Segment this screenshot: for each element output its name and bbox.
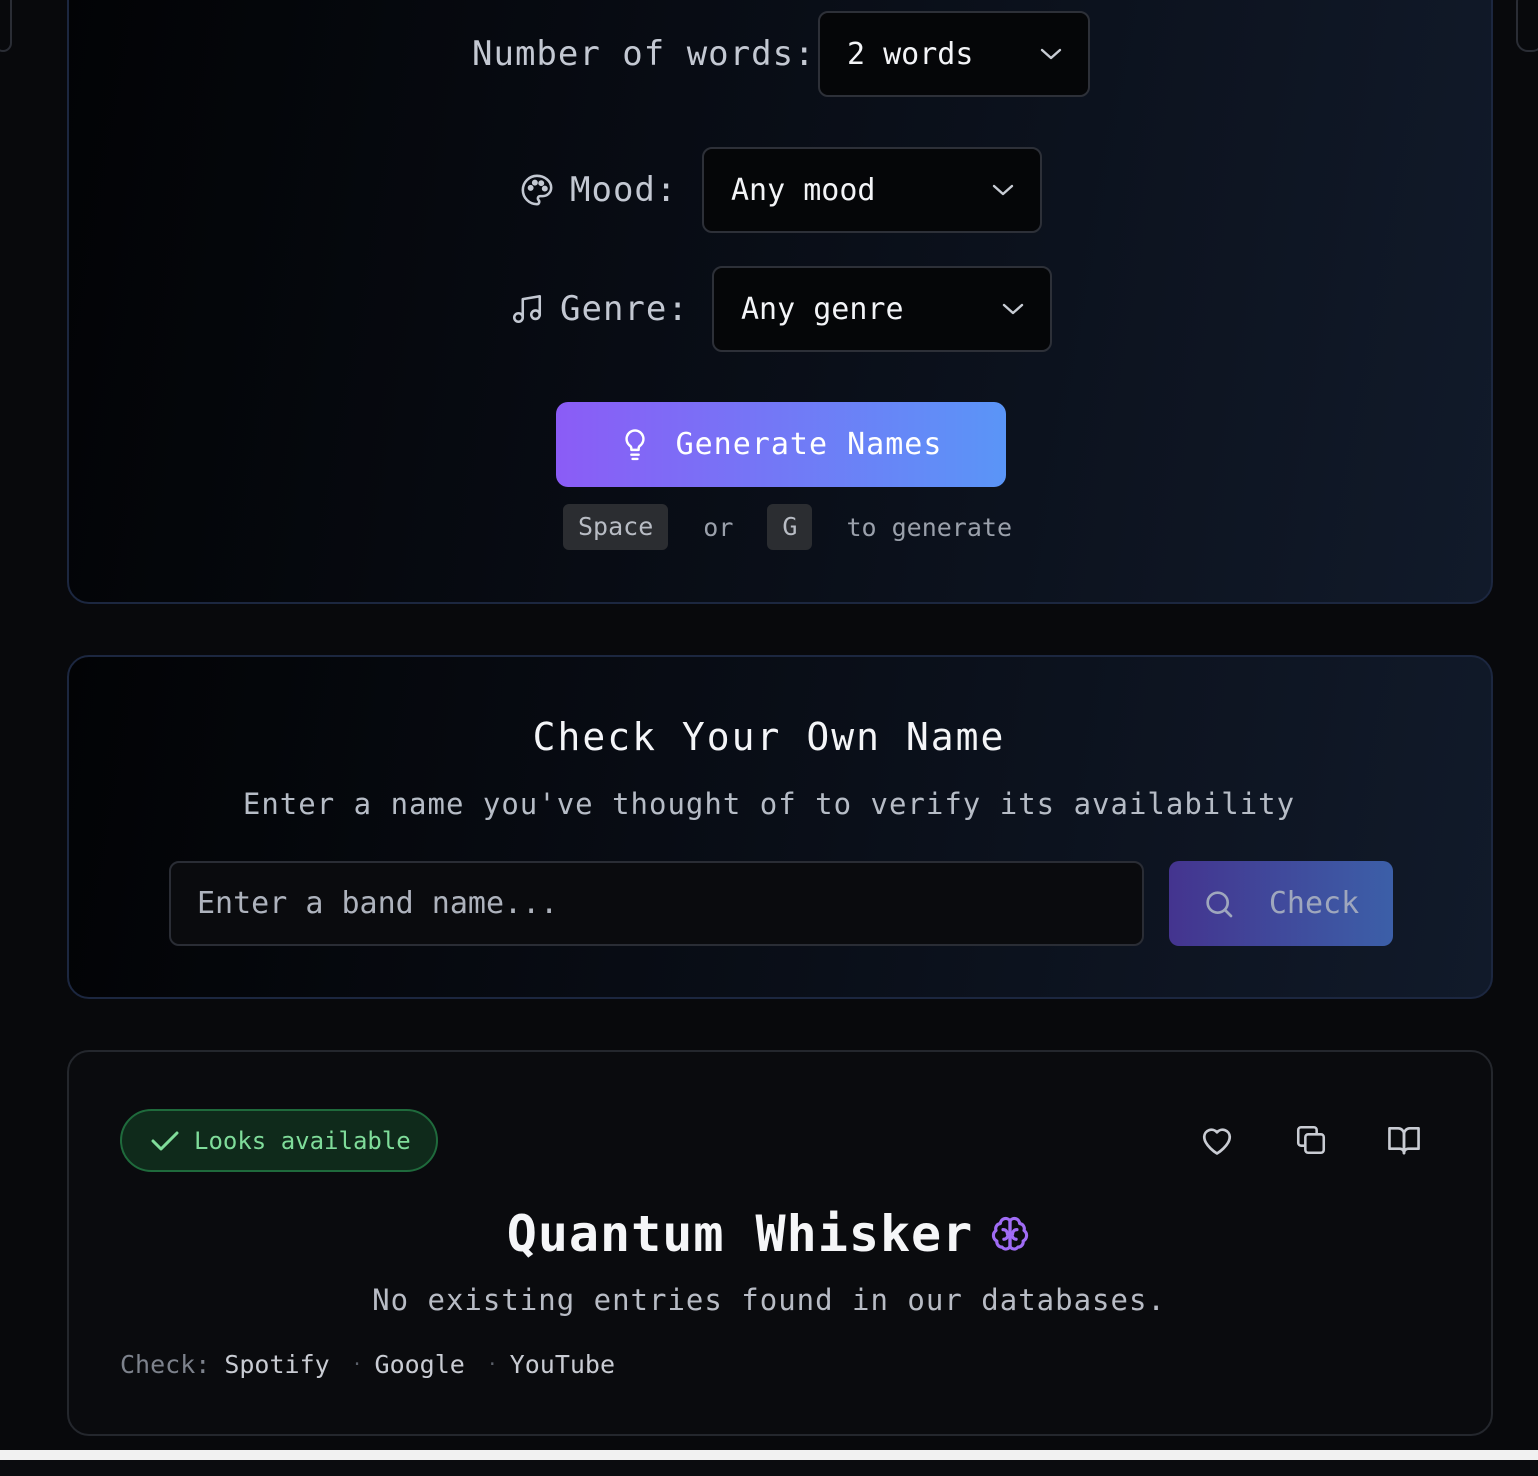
link-youtube[interactable]: YouTube: [510, 1350, 615, 1379]
hint-or: or: [703, 512, 734, 542]
brain-icon: [989, 1213, 1031, 1255]
generate-names-button[interactable]: Generate Names: [556, 402, 1006, 487]
status-badge-label: Looks available: [194, 1126, 411, 1155]
heart-icon[interactable]: [1197, 1120, 1237, 1160]
result-band-name: Quantum Whisker: [0, 1205, 1538, 1263]
copy-icon[interactable]: [1291, 1120, 1331, 1160]
hint-suffix: to generate: [846, 512, 1013, 542]
link-spotify[interactable]: Spotify: [224, 1350, 329, 1379]
chevron-down-icon: [1002, 302, 1024, 316]
keyboard-hint: Space or G to generate: [563, 504, 1012, 550]
page-bottom-edge: [0, 1450, 1538, 1476]
genre-label: Genre:: [560, 289, 689, 329]
mood-select[interactable]: Any mood: [702, 147, 1042, 233]
status-badge: Looks available: [120, 1109, 438, 1172]
chevron-down-icon: [992, 183, 1014, 197]
generate-names-label: Generate Names: [675, 427, 943, 462]
link-google[interactable]: Google: [375, 1350, 465, 1379]
window-edge-right: [1516, 0, 1538, 52]
links-label: Check:: [120, 1350, 211, 1379]
window-edge-left: [0, 0, 12, 52]
words-row: Number of words:: [472, 34, 816, 74]
chevron-down-icon: [1040, 47, 1062, 61]
mood-select-value: Any mood: [731, 172, 876, 208]
mood-row: Mood:: [520, 170, 677, 210]
words-label: Number of words:: [472, 34, 816, 74]
genre-select[interactable]: Any genre: [712, 266, 1052, 352]
band-name-input[interactable]: [169, 861, 1144, 946]
check-title: Check Your Own Name: [532, 715, 1006, 759]
genre-select-value: Any genre: [741, 291, 904, 327]
link-separator: ·: [486, 1354, 498, 1375]
check-icon: [150, 1129, 180, 1153]
check-button[interactable]: Check: [1169, 861, 1393, 946]
link-separator: ·: [351, 1354, 363, 1375]
check-subtitle: Enter a name you've thought of to verify…: [242, 787, 1296, 821]
external-check-links: Check: Spotify · Google · YouTube: [120, 1350, 615, 1379]
result-name-text: Quantum Whisker: [506, 1205, 974, 1263]
check-button-label: Check: [1268, 886, 1360, 921]
genre-row: Genre:: [510, 289, 689, 329]
check-name-card: [67, 655, 1493, 999]
mood-label: Mood:: [570, 170, 678, 210]
words-select-value: 2 words: [847, 36, 974, 72]
book-icon[interactable]: [1384, 1120, 1424, 1160]
lightbulb-icon: [620, 428, 650, 462]
search-icon: [1203, 888, 1235, 920]
result-description: No existing entries found in our databas…: [372, 1283, 1166, 1317]
palette-icon: [520, 173, 554, 207]
kbd-g: G: [767, 504, 813, 550]
kbd-space: Space: [563, 504, 669, 550]
words-select[interactable]: 2 words: [818, 11, 1090, 97]
music-note-icon: [510, 292, 544, 326]
